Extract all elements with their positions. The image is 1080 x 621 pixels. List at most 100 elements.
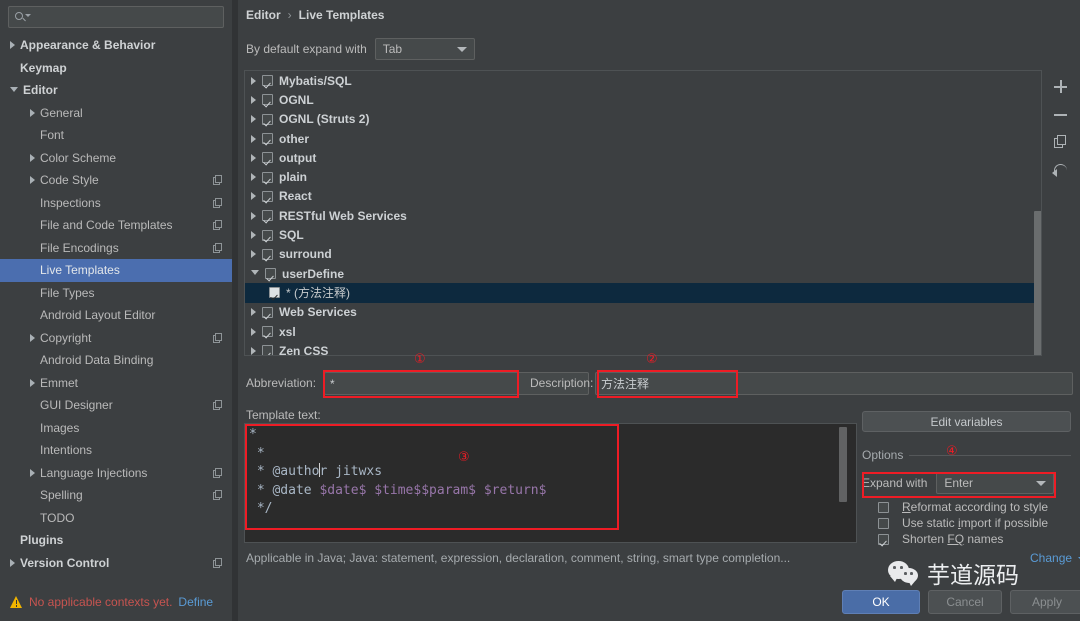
template-enabled-checkbox[interactable] (262, 190, 273, 202)
sidebar-item-copyright[interactable]: Copyright (0, 327, 232, 350)
sidebar-item-spelling[interactable]: Spelling (0, 484, 232, 507)
chevron-right-icon[interactable] (251, 327, 256, 336)
chevron-right-icon[interactable] (30, 176, 35, 185)
template-group-row[interactable]: userDefine (245, 264, 1041, 283)
default-expand-select[interactable]: Tab (374, 38, 475, 60)
chevron-right-icon[interactable] (251, 153, 256, 162)
sidebar-item-inspections[interactable]: Inspections (0, 192, 232, 215)
template-enabled-checkbox[interactable] (262, 171, 273, 183)
copy-settings-icon[interactable] (213, 220, 223, 230)
template-group-row[interactable]: surround (245, 245, 1041, 264)
reformat-checkbox[interactable] (878, 501, 889, 513)
chevron-right-icon[interactable] (251, 250, 256, 259)
edit-variables-button[interactable]: Edit variables (862, 411, 1071, 432)
sidebar-item-appearance-behavior[interactable]: Appearance & Behavior (0, 34, 232, 57)
search-box[interactable] (8, 6, 224, 28)
expand-with-select[interactable]: Enter (936, 472, 1055, 494)
template-enabled-checkbox[interactable] (262, 210, 273, 222)
chevron-right-icon[interactable] (251, 115, 256, 124)
template-group-row[interactable]: other (245, 129, 1041, 148)
template-enabled-checkbox[interactable] (265, 268, 276, 280)
sidebar-item-intentions[interactable]: Intentions (0, 439, 232, 462)
chevron-right-icon[interactable] (30, 378, 35, 387)
chevron-right-icon[interactable] (251, 134, 256, 143)
static-import-checkbox-row[interactable]: Use static import if possible (878, 516, 1048, 530)
chevron-right-icon[interactable] (30, 333, 35, 342)
search-input[interactable] (28, 10, 217, 24)
sidebar-item-emmet[interactable]: Emmet (0, 372, 232, 395)
sidebar-item-language-injections[interactable]: Language Injections (0, 462, 232, 485)
template-group-row[interactable]: React (245, 187, 1041, 206)
chevron-right-icon[interactable] (10, 558, 15, 567)
template-group-row[interactable]: * (方法注释) (245, 283, 1041, 303)
sidebar-item-version-control[interactable]: Version Control (0, 552, 232, 575)
remove-template-button[interactable] (1048, 104, 1074, 126)
sidebar-item-gui-designer[interactable]: GUI Designer (0, 394, 232, 417)
template-group-row[interactable]: Zen CSS (245, 341, 1041, 355)
template-enabled-checkbox[interactable] (262, 113, 273, 125)
template-group-row[interactable]: plain (245, 167, 1041, 186)
sidebar-item-color-scheme[interactable]: Color Scheme (0, 147, 232, 170)
chevron-down-icon[interactable] (10, 86, 18, 96)
template-group-row[interactable]: RESTful Web Services (245, 206, 1041, 225)
sidebar-item-file-and-code-templates[interactable]: File and Code Templates (0, 214, 232, 237)
template-group-row[interactable]: SQL (245, 225, 1041, 244)
templates-list[interactable]: Mybatis/SQL OGNL OGNL (Struts 2) other outpu… (244, 70, 1042, 356)
copy-settings-icon[interactable] (213, 332, 223, 343)
copy-settings-icon[interactable] (213, 557, 223, 568)
copy-settings-icon[interactable] (213, 175, 223, 185)
cancel-button[interactable]: Cancel (928, 590, 1002, 614)
sidebar-item-plugins[interactable]: Plugins (0, 529, 232, 552)
sidebar-item-font[interactable]: Font (0, 124, 232, 147)
duplicate-template-button[interactable] (1048, 132, 1074, 154)
template-enabled-checkbox[interactable] (262, 94, 273, 106)
template-group-row[interactable]: output (245, 148, 1041, 167)
copy-settings-icon[interactable] (213, 400, 223, 410)
description-input[interactable] (595, 372, 1073, 395)
revert-template-button[interactable] (1048, 160, 1074, 182)
sidebar-item-todo[interactable]: TODO (0, 507, 232, 530)
template-enabled-checkbox[interactable] (262, 306, 273, 318)
template-enabled-checkbox[interactable] (262, 75, 273, 87)
sidebar-item-editor[interactable]: Editor (0, 79, 232, 102)
reformat-checkbox-row[interactable]: Reformat according to style (878, 500, 1048, 514)
sidebar-item-live-templates[interactable]: Live Templates (0, 259, 232, 282)
chevron-right-icon[interactable] (251, 173, 256, 182)
template-enabled-checkbox[interactable] (262, 248, 273, 260)
sidebar-item-code-style[interactable]: Code Style (0, 169, 232, 192)
sidebar-item-android-data-binding[interactable]: Android Data Binding (0, 349, 232, 372)
copy-settings-icon[interactable] (213, 467, 223, 478)
chevron-right-icon[interactable] (30, 153, 35, 162)
template-enabled-checkbox[interactable] (262, 229, 273, 241)
chevron-right-icon[interactable] (251, 76, 256, 85)
template-group-row[interactable]: xsl (245, 322, 1041, 341)
chevron-right-icon[interactable] (251, 192, 256, 201)
template-group-row[interactable]: OGNL (245, 90, 1041, 109)
template-enabled-checkbox[interactable] (269, 287, 280, 299)
apply-button[interactable]: Apply (1010, 590, 1080, 614)
sidebar-item-file-encodings[interactable]: File Encodings (0, 237, 232, 260)
shorten-fq-checkbox[interactable] (878, 533, 889, 545)
chevron-right-icon[interactable] (251, 95, 256, 104)
template-enabled-checkbox[interactable] (262, 326, 273, 337)
breadcrumb-item-editor[interactable]: Editor (246, 8, 281, 22)
chevron-right-icon[interactable] (10, 41, 15, 50)
template-group-row[interactable]: Web Services (245, 303, 1041, 322)
chevron-right-icon[interactable] (251, 231, 256, 240)
static-import-checkbox[interactable] (878, 517, 889, 529)
copy-settings-icon[interactable] (213, 197, 223, 208)
change-contexts-link[interactable]: Change (1030, 551, 1072, 565)
sidebar-item-general[interactable]: General (0, 102, 232, 125)
sidebar-item-keymap[interactable]: Keymap (0, 57, 232, 80)
template-enabled-checkbox[interactable] (262, 133, 273, 145)
copy-settings-icon[interactable] (213, 490, 223, 500)
template-group-row[interactable]: OGNL (Struts 2) (245, 110, 1041, 129)
template-group-row[interactable]: Mybatis/SQL (245, 71, 1041, 90)
sidebar-item-android-layout-editor[interactable]: Android Layout Editor (0, 304, 232, 327)
add-template-button[interactable] (1048, 76, 1074, 98)
chevron-right-icon[interactable] (251, 346, 256, 355)
shorten-fq-checkbox-row[interactable]: Shorten FQ names (878, 532, 1003, 546)
chevron-right-icon[interactable] (251, 211, 256, 220)
sidebar-item-images[interactable]: Images (0, 417, 232, 440)
chevron-right-icon[interactable] (30, 108, 35, 117)
